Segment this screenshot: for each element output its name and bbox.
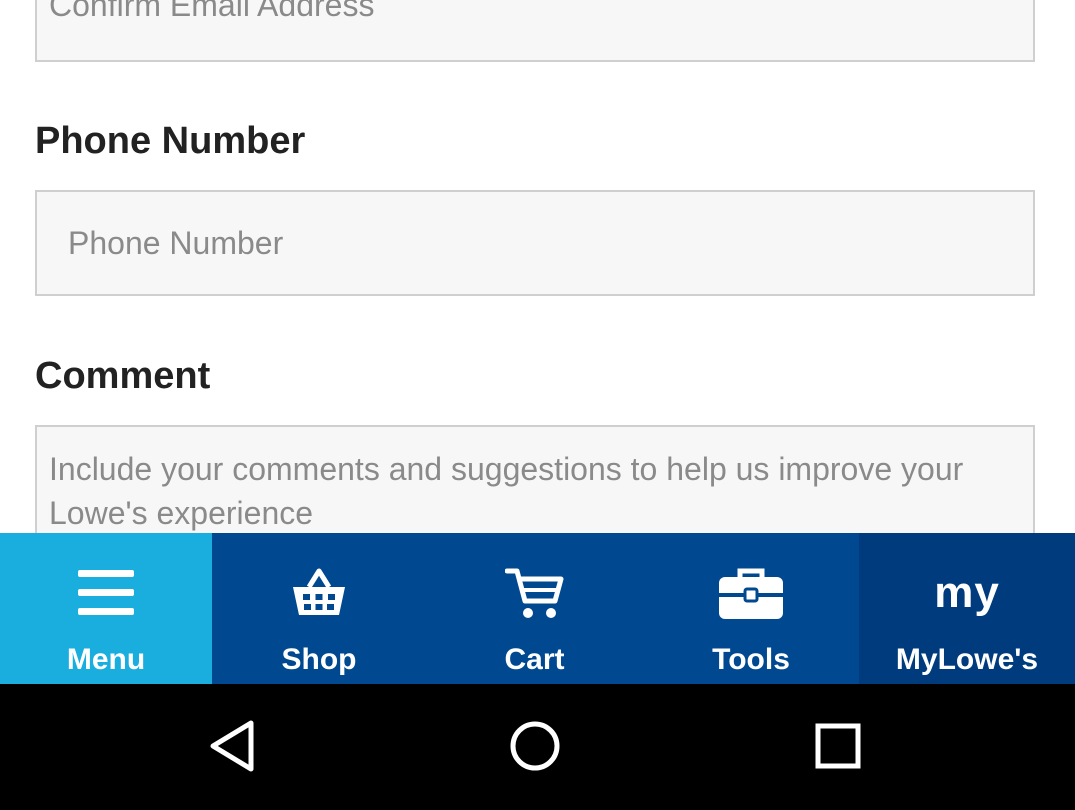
recents-square-icon <box>815 723 861 769</box>
android-system-bar <box>0 684 1075 810</box>
toolbox-icon <box>718 563 784 623</box>
nav-cart[interactable]: Cart <box>426 533 643 684</box>
comment-label: Comment <box>35 355 211 397</box>
nav-tools-label: Tools <box>712 643 790 676</box>
nav-menu-label: Menu <box>66 643 146 676</box>
recents-button[interactable] <box>798 706 878 786</box>
phone-number-placeholder: Phone Number <box>68 224 284 261</box>
comment-textarea[interactable]: Include your comments and suggestions to… <box>35 425 1035 534</box>
confirm-email-input[interactable]: Confirm Email Address <box>35 0 1035 62</box>
my-icon-text: my <box>934 568 1000 617</box>
nav-cart-label: Cart <box>504 643 565 676</box>
nav-mylowes-label: MyLowe's <box>895 643 1039 676</box>
home-button[interactable] <box>495 706 575 786</box>
nav-menu[interactable]: Menu <box>0 533 212 684</box>
basket-icon <box>291 563 347 623</box>
phone-number-input[interactable]: Phone Number <box>35 190 1035 296</box>
nav-tools[interactable]: Tools <box>643 533 859 684</box>
hamburger-icon <box>78 563 134 623</box>
nav-shop-label: Shop <box>281 643 357 676</box>
back-button[interactable] <box>192 706 272 786</box>
back-triangle-icon <box>210 720 254 772</box>
feedback-form: Confirm Email Address Phone Number Phone… <box>0 0 1075 534</box>
bottom-navigation: Menu Shop Cart Tools my MyLowe's <box>0 533 1075 684</box>
phone-number-label: Phone Number <box>35 120 306 162</box>
home-circle-icon <box>510 721 560 771</box>
comment-placeholder: Include your comments and suggestions to… <box>49 451 964 531</box>
nav-mylowes[interactable]: my MyLowe's <box>859 533 1075 684</box>
nav-shop[interactable]: Shop <box>212 533 426 684</box>
confirm-email-placeholder: Confirm Email Address <box>49 0 375 23</box>
my-icon: my <box>934 563 1000 623</box>
cart-icon <box>504 563 565 623</box>
